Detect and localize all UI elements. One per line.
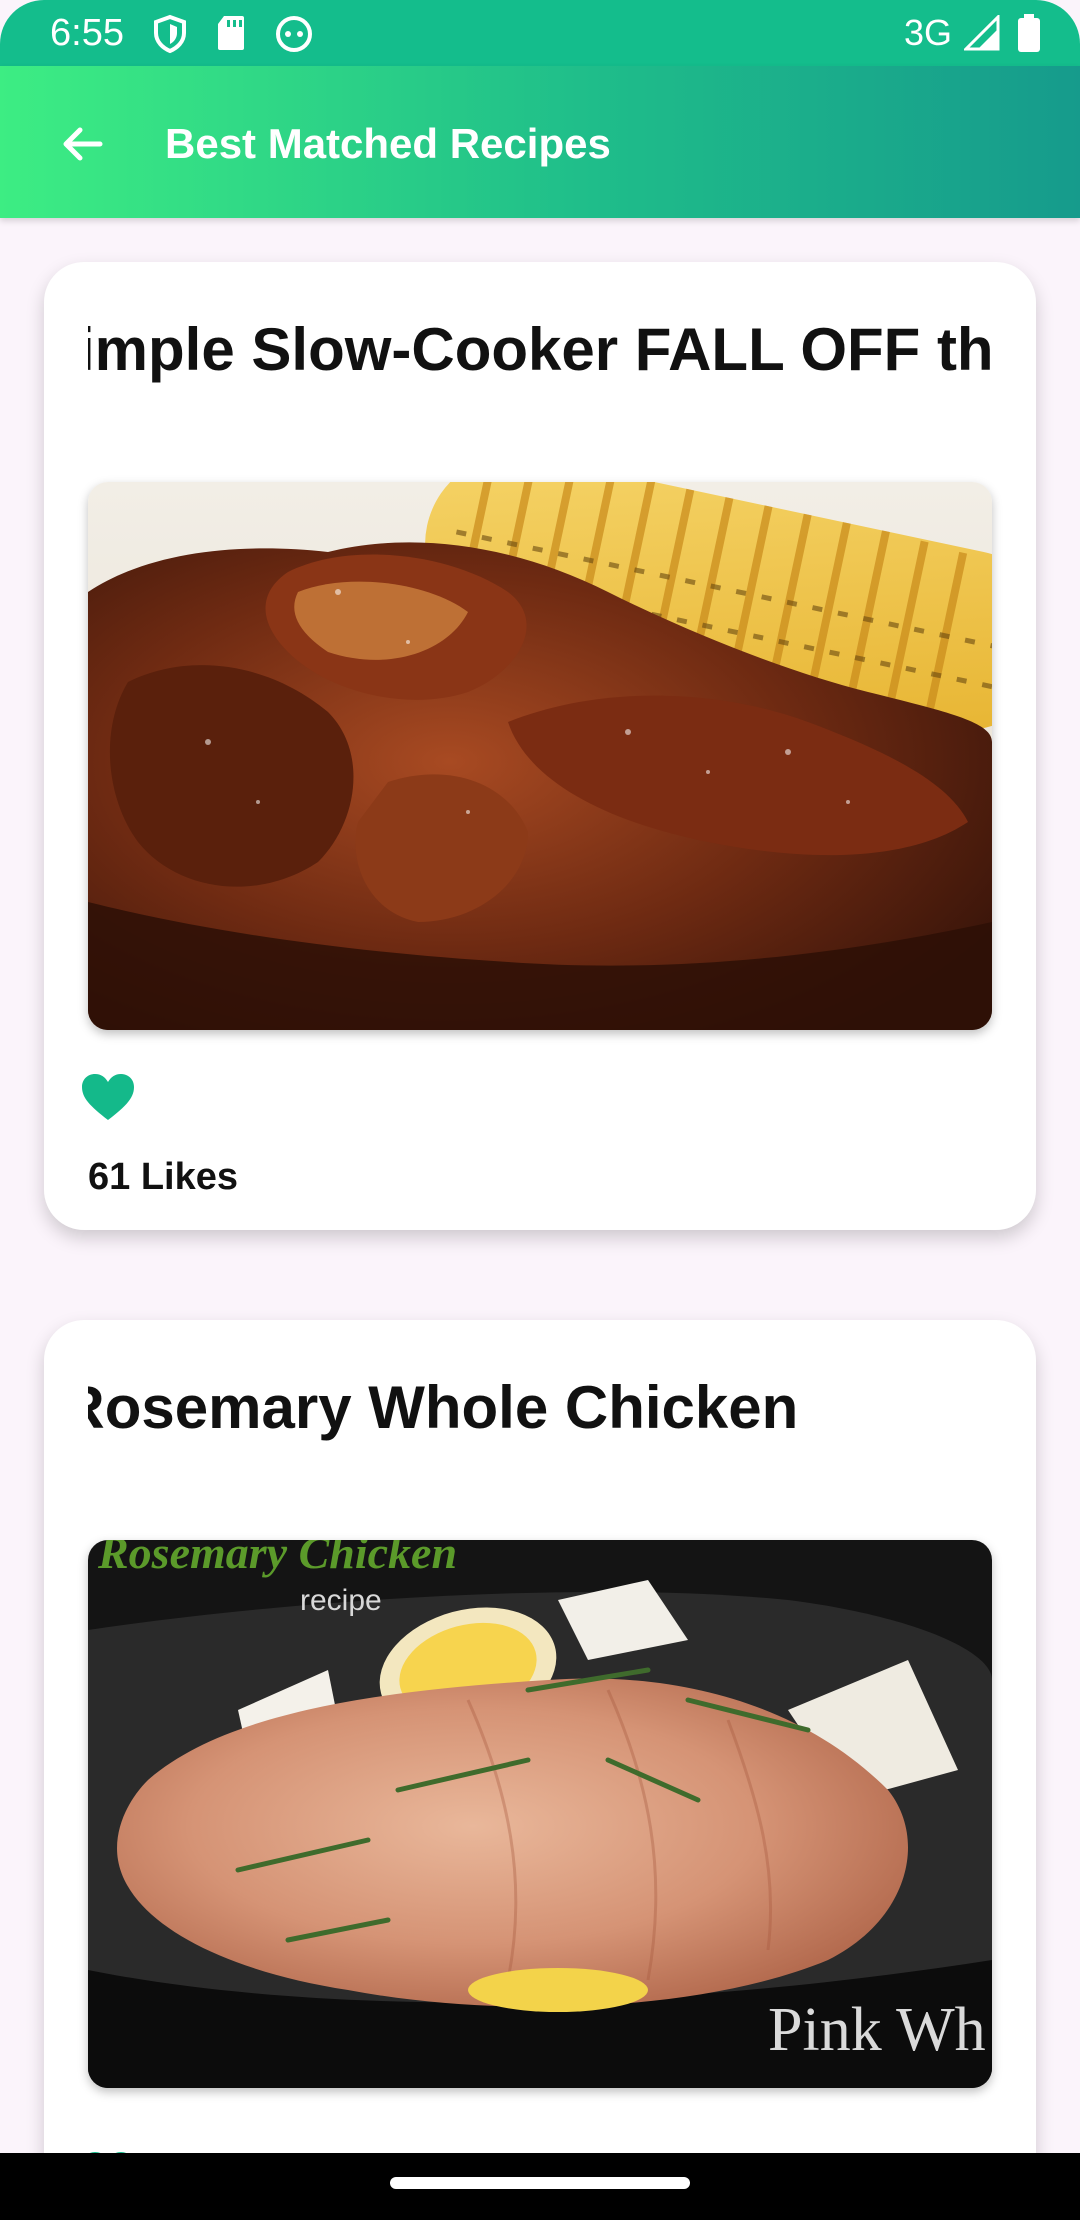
status-time: 6:55 <box>50 12 124 54</box>
back-button[interactable] <box>50 112 114 176</box>
heart-icon[interactable] <box>80 1072 136 1122</box>
home-gesture-handle[interactable] <box>390 2177 690 2189</box>
recipe-image: Rosemary Chicken recipe Pink Wh <box>88 1540 992 2088</box>
battery-icon <box>1018 14 1040 52</box>
image-watermark: Pink Wh <box>768 1996 986 2064</box>
recipe-title: imple Slow-Cooker FALL OFF th <box>88 316 994 383</box>
navigation-bar <box>0 2153 1080 2220</box>
status-bar: 6:55 3G <box>0 0 1080 66</box>
recipe-list[interactable]: imple Slow-Cooker FALL OFF th 61 Likes R… <box>0 218 1080 2153</box>
ribs-and-corn-photo <box>88 482 992 1030</box>
arrow-back-icon <box>63 127 103 161</box>
likes-count: 61 Likes <box>88 1156 238 1198</box>
network-type: 3G <box>903 12 952 53</box>
image-caption-sub: recipe <box>300 1584 382 1617</box>
android-debug-icon <box>276 16 312 52</box>
image-caption-title: Rosemary Chicken <box>97 1540 457 1578</box>
recipe-title: oker Rosemary Whole Chicken <box>88 1374 799 1441</box>
recipe-card[interactable]: imple Slow-Cooker FALL OFF th 61 Likes <box>44 262 1036 1230</box>
app-bar: Best Matched Recipes <box>0 66 1080 218</box>
recipe-image <box>88 482 992 1030</box>
shield-icon <box>154 14 186 54</box>
recipe-card[interactable]: oker Rosemary Whole Chicken <box>44 1320 1036 2153</box>
page-title: Best Matched Recipes <box>165 120 611 167</box>
sd-card-icon <box>218 16 244 50</box>
signal-icon <box>964 15 1000 51</box>
rosemary-chicken-photo: Rosemary Chicken recipe Pink Wh <box>88 1540 992 2088</box>
